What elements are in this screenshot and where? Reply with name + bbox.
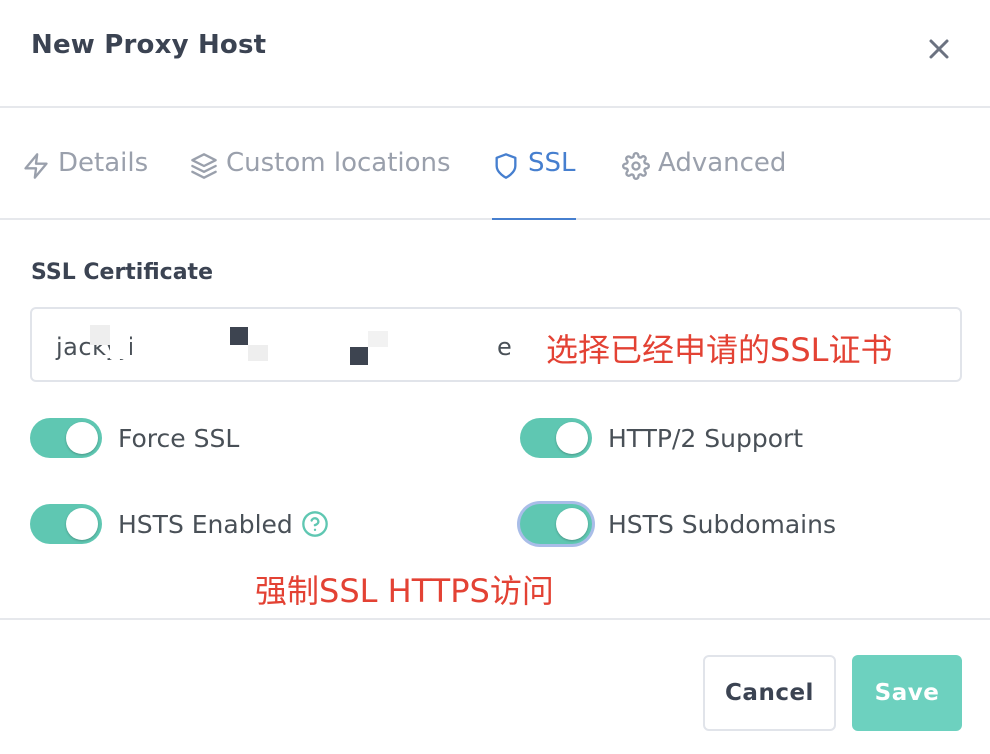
ssl-certificate-label: SSL Certificate [31,260,213,285]
force-ssl-switch[interactable] [30,418,102,458]
http2-switch[interactable] [520,418,592,458]
modal-footer: Cancel Save [0,618,990,754]
save-button[interactable]: Save [852,655,962,731]
hsts-subdomains-label: HSTS Subdomains [608,509,836,539]
shield-icon [495,153,517,179]
tab-ssl-label: SSL [528,148,576,178]
redaction-block [110,335,130,359]
annotation-force-https: 强制SSL HTTPS访问 [255,572,554,610]
redaction-block [230,327,248,345]
layers-icon [191,153,217,179]
hsts-subdomains-switch[interactable] [520,504,592,544]
tab-custom-locations[interactable]: Custom locations [190,148,451,220]
tab-ssl[interactable]: SSL [492,148,576,220]
cancel-button[interactable]: Cancel [703,655,836,731]
close-icon [929,39,949,59]
http2-toggle[interactable]: HTTP/2 Support [520,418,803,458]
redaction-block [248,345,268,361]
redaction-block [90,325,110,345]
redaction-block [368,331,388,347]
hsts-subdomains-toggle[interactable]: HSTS Subdomains [520,504,836,544]
force-ssl-label: Force SSL [118,423,240,453]
ssl-certificate-select[interactable]: jackyjinchen e 选择已经申请的SSL证书 [30,307,962,382]
gear-icon [622,152,650,180]
modal-header: New Proxy Host [0,0,990,108]
tab-details-label: Details [58,148,149,178]
tab-custom-locations-label: Custom locations [226,148,451,178]
tab-advanced[interactable]: Advanced [622,148,786,220]
tab-details[interactable]: Details [22,148,148,220]
hsts-enabled-switch[interactable] [30,504,102,544]
lightning-icon [24,153,48,179]
modal-title: New Proxy Host [31,30,267,60]
annotation-select-certificate: 选择已经申请的SSL证书 [546,331,893,369]
tab-bar: Details Custom locations SSL Advanced [0,108,990,220]
hsts-enabled-toggle[interactable]: HSTS Enabled [30,504,329,544]
hsts-enabled-label: HSTS Enabled [118,509,293,539]
redaction-block [350,347,368,365]
force-ssl-toggle[interactable]: Force SSL [30,418,239,458]
close-button[interactable] [920,30,958,68]
tab-advanced-label: Advanced [658,148,787,178]
certificate-value-suffix: e [497,333,512,361]
help-icon[interactable] [301,510,329,538]
http2-label: HTTP/2 Support [608,423,804,453]
